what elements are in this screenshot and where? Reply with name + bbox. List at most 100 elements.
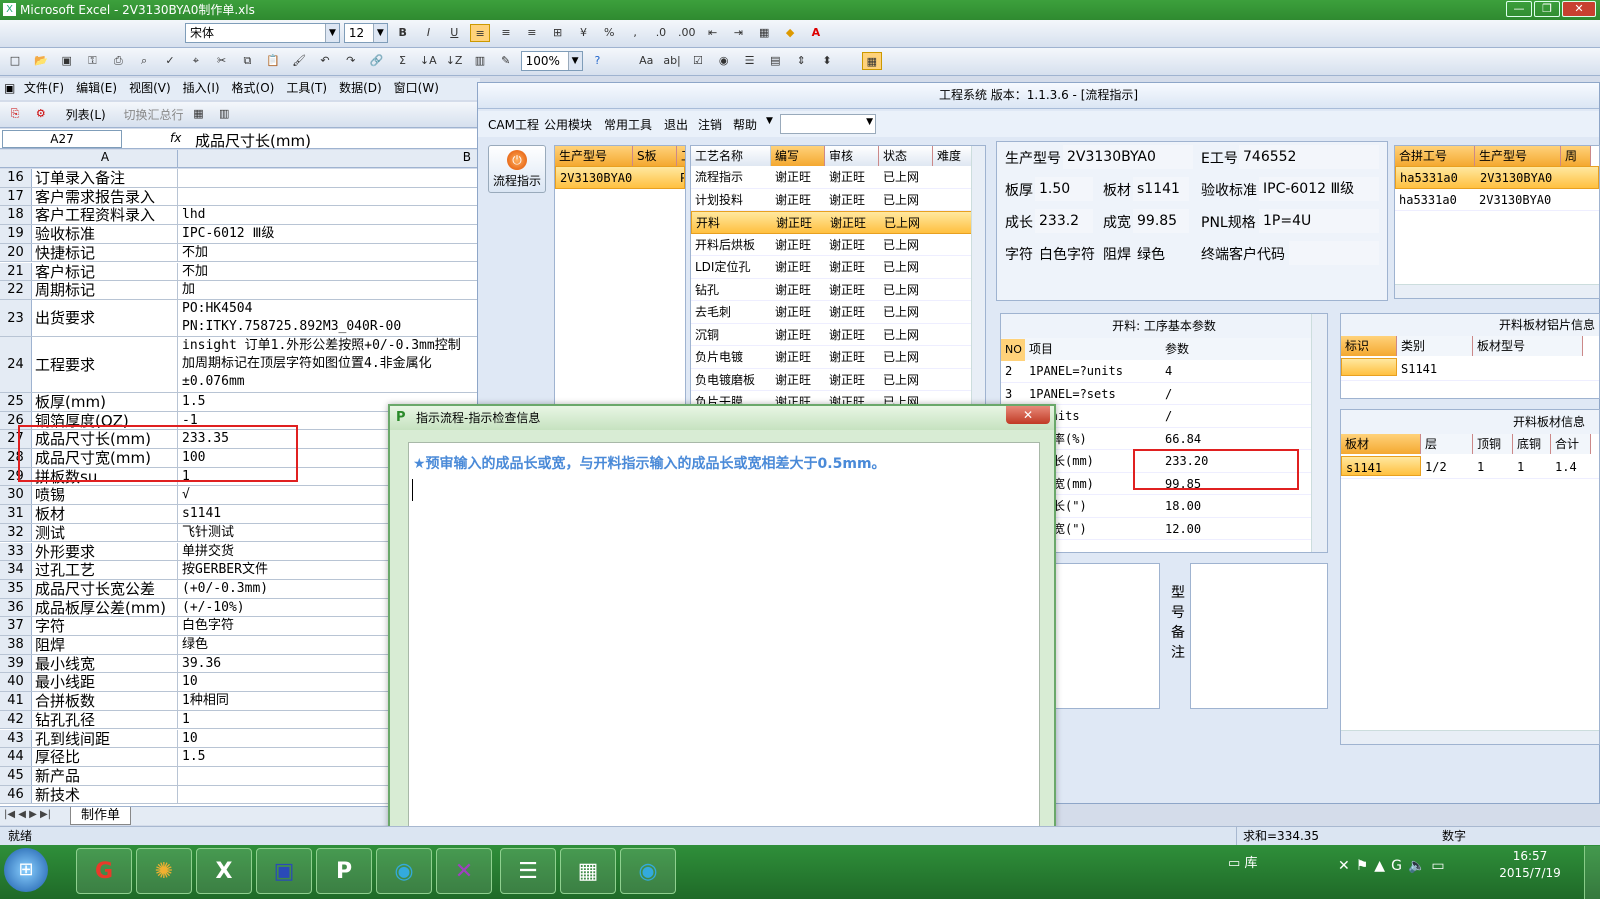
model-field[interactable]: 2V3130BYA0 (1063, 145, 1193, 169)
cell-a[interactable]: 孔到线间距 (33, 729, 178, 748)
font-color-icon[interactable]: A (806, 24, 826, 42)
taskbar-library[interactable]: ▭ 库 (1228, 852, 1257, 871)
undo-icon[interactable]: ↶ (315, 52, 335, 70)
bold-icon[interactable]: B (393, 24, 413, 42)
menu-format[interactable]: 格式(O) (226, 78, 281, 98)
sheet-row[interactable]: 19 验收标准 IPC-6012 Ⅲ级 (0, 225, 480, 244)
grid-row[interactable]: S1141 (1341, 358, 1599, 381)
params-scrollbar[interactable] (1311, 314, 1327, 552)
cell-a[interactable]: 快捷标记 (33, 243, 178, 262)
params-header-item[interactable]: 项目 (1025, 338, 1161, 360)
list-menu[interactable]: 列表(L) (66, 106, 106, 123)
dialog-close-button[interactable]: ✕ (1006, 406, 1050, 424)
network-icon[interactable]: ▭ (1431, 858, 1450, 874)
cell-a[interactable]: 客户需求报告录入 (33, 187, 178, 206)
cut-icon[interactable]: ✂ (212, 52, 232, 70)
process-row[interactable]: 沉铜 谢正旺 谢正旺 已上网 (691, 324, 985, 346)
grid-header-model[interactable]: 生产型号 (1475, 146, 1561, 166)
params-header-value[interactable]: 参数 (1161, 338, 1301, 360)
option-icon[interactable]: ◉ (714, 52, 734, 70)
sheet-row[interactable]: 23 出货要求 PO:HK4504 PN:ITKY.758725.892M3_040R… (0, 299, 480, 337)
note-left-panel[interactable] (1054, 563, 1160, 709)
cell-a[interactable]: 阻焊 (33, 636, 178, 654)
row-number[interactable]: 45 (0, 766, 32, 785)
taskbar-notepad-icon[interactable]: ☰ (500, 848, 556, 894)
sheet-row[interactable]: 22 周期标记加 (0, 281, 480, 300)
process-row[interactable]: 流程指示 谢正旺 谢正旺 已上网 (691, 166, 985, 189)
drawing-icon[interactable]: ✎ (496, 52, 516, 70)
thickness-field[interactable]: 1.50 (1035, 177, 1093, 201)
menu-tools[interactable]: 工具(T) (280, 78, 333, 98)
row-number[interactable]: 24 (0, 336, 32, 392)
cell-b[interactable]: lhd (179, 206, 479, 224)
grid-row[interactable]: ha5331a0 2V3130BYA0 (1395, 166, 1599, 189)
chevron-down-icon[interactable]: ▼ (325, 24, 339, 42)
row-number[interactable]: 32 (0, 523, 32, 542)
taskbar-shell-icon[interactable]: ✺ (136, 848, 192, 894)
format-painter-icon[interactable]: 🖌 (289, 52, 309, 70)
grid-header-model[interactable]: 生产型号 (555, 146, 633, 166)
menu-view[interactable]: 视图(V) (123, 78, 177, 98)
sort-asc-icon[interactable]: ↓A (418, 52, 438, 70)
cell-b[interactable] (179, 169, 479, 187)
close-button[interactable]: ✕ (1562, 1, 1596, 17)
finished-length-field[interactable]: 233.2 (1035, 209, 1093, 233)
taskbar-calculator-icon[interactable]: ▦ (560, 848, 616, 894)
cell-a[interactable]: 过孔工艺 (33, 561, 178, 579)
cell-a[interactable]: 合拼板数 (33, 692, 178, 710)
column-header-a[interactable]: A (33, 150, 178, 168)
row-number[interactable]: 36 (0, 598, 32, 617)
spinner-icon[interactable]: ⬍ (817, 52, 837, 70)
row-number[interactable]: 46 (0, 785, 32, 804)
taskbar-excel-icon[interactable]: X (196, 848, 252, 894)
combine-grid-scrollbar[interactable] (1395, 284, 1599, 298)
text-style-icon[interactable]: Aa (636, 52, 656, 70)
grid-header-status[interactable]: 状态 (879, 146, 933, 166)
cell-a[interactable]: 工程要求 (33, 336, 178, 392)
cell-a[interactable]: 验收标准 (33, 225, 178, 243)
chevron-down-icon[interactable]: ▼ (866, 117, 873, 127)
tray-x-icon[interactable]: ✕ (1338, 858, 1356, 874)
menu-common-tools[interactable]: 常用工具 (604, 116, 652, 133)
cell-a[interactable]: 新技术 (33, 785, 178, 804)
increase-indent-icon[interactable]: ⇥ (728, 24, 748, 42)
zoom-combo[interactable]: 100% ▼ (520, 51, 583, 71)
menu-public-module[interactable]: 公用模块 (544, 116, 592, 133)
align-center-icon[interactable]: ≡ (496, 24, 516, 42)
align-left-icon[interactable]: ≡ (470, 24, 491, 42)
row-number[interactable]: 35 (0, 579, 32, 598)
cell-a[interactable]: 最小线宽 (33, 654, 178, 673)
open-file-icon[interactable]: 📂 (31, 52, 51, 70)
tray-flag-icon[interactable]: ⚑ (1356, 858, 1375, 874)
grid-header-s-board[interactable]: S板 (633, 146, 677, 166)
cell-a[interactable]: 最小线距 (33, 673, 178, 692)
pnl-spec-field[interactable]: 1P=4U (1259, 209, 1379, 233)
process-row[interactable]: 负片电镀 谢正旺 谢正旺 已上网 (691, 346, 985, 369)
print-icon[interactable]: ⎙ (108, 52, 128, 70)
cell-a[interactable]: 成品板厚公差(mm) (33, 598, 178, 617)
percent-icon[interactable]: % (599, 24, 619, 42)
row-number[interactable]: 22 (0, 281, 32, 299)
menu-logout[interactable]: 注销 (698, 116, 722, 133)
sheet-row[interactable]: 24 工程要求 insight 订单1.外形公差按照+0/-0.3mm控制 加周期标记… (0, 336, 480, 393)
combine-grid[interactable]: 合拼工号 生产型号周 ha5331a0 2V3130BYA0 ha5331a0 2V3… (1394, 145, 1600, 299)
params-header-no[interactable]: NO (1001, 339, 1025, 361)
row-number[interactable]: 21 (0, 262, 32, 281)
decrease-indent-icon[interactable]: ⇤ (703, 24, 723, 42)
row-number[interactable]: 19 (0, 225, 32, 243)
grid-header-process[interactable]: 工艺名称 (691, 146, 771, 166)
row-number[interactable]: 37 (0, 617, 32, 635)
autosum-icon[interactable]: Σ (392, 52, 412, 70)
chart-wizard-icon[interactable]: ▥ (470, 52, 490, 70)
model-note-textarea[interactable] (1190, 563, 1328, 709)
module-select[interactable]: ▼ (780, 114, 876, 134)
grid-header-writer[interactable]: 编写 (771, 146, 825, 166)
row-number[interactable]: 44 (0, 748, 32, 766)
row-number[interactable]: 39 (0, 654, 32, 673)
process-row[interactable]: 钻孔 谢正旺 谢正旺 已上网 (691, 279, 985, 301)
name-box[interactable]: A27 (2, 130, 122, 148)
volume-icon[interactable]: 🔈 (1408, 858, 1431, 874)
menu-window[interactable]: 窗口(W) (388, 78, 445, 98)
process-row[interactable]: 开料后烘板 谢正旺 谢正旺 已上网 (691, 234, 985, 256)
table-icon[interactable]: ▦ (188, 105, 208, 123)
